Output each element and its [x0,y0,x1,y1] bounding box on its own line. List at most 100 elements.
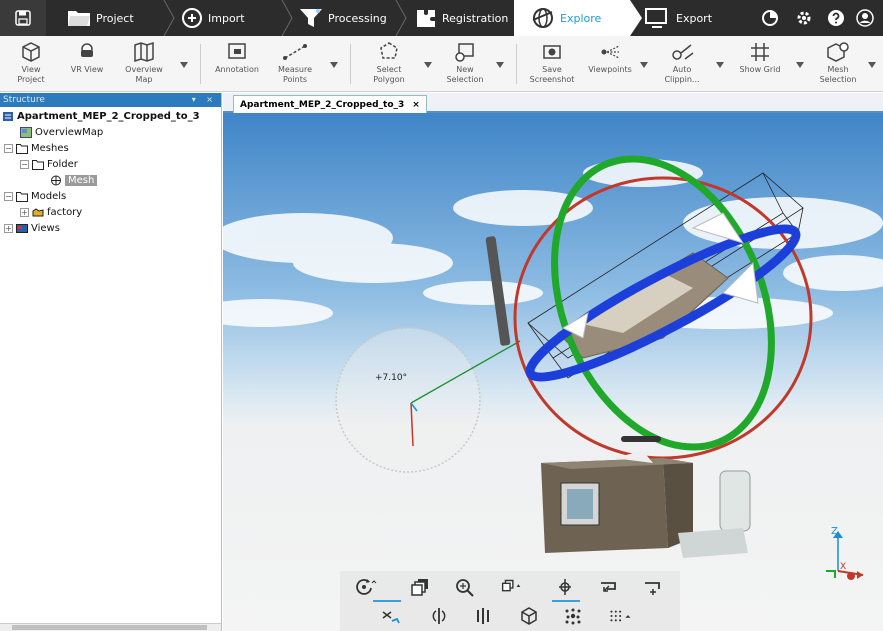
vr-view-button[interactable]: VR View [66,39,108,91]
view-project-button[interactable]: View Project [10,39,52,91]
app-menu-button[interactable] [0,0,46,36]
tab-registration[interactable]: Registration [414,0,508,36]
ribbon-separator [516,44,517,84]
collapse-toggle[interactable]: − [4,191,13,201]
panel-controls[interactable]: ▾ × [192,93,217,107]
tree-root[interactable]: Apartment_MEP_2_Cropped_to_3 [2,108,200,124]
tree-item-overviewmap[interactable]: OverviewMap [20,124,103,140]
mesh-selection-button[interactable]: Mesh Selection [814,39,862,91]
pie-chart-icon[interactable] [760,8,780,28]
annotation-button[interactable]: Annotation [212,39,262,91]
chevron-down-icon[interactable] [180,62,188,68]
tab-explore[interactable]: Explore [514,0,630,36]
walk-button[interactable] [552,575,578,599]
3d-viewport[interactable]: Z X +7.10° [223,113,883,631]
tab-processing[interactable]: Processing [298,0,387,36]
measure-points-button[interactable]: Measure Points [272,39,318,91]
tree-item-meshes[interactable]: − Meshes [4,140,69,156]
collapse-toggle[interactable]: − [4,143,13,153]
viewpoints-label: Viewpoints [588,65,632,74]
viewpoints-button[interactable]: Viewpoints [584,39,636,91]
mesh-selection-label: Mesh Selection [819,65,857,84]
chevron-down-icon[interactable] [640,62,648,68]
account-icon[interactable] [856,8,876,28]
document-tab[interactable]: Apartment_MEP_2_Cropped_to_3 × [233,95,427,113]
fly-button[interactable] [596,575,622,599]
ribbon-separator [350,44,351,84]
tree-label: OverviewMap [35,126,104,138]
tree-item-models[interactable]: − Models [4,188,66,204]
chevron-down-icon[interactable] [330,62,338,68]
clip-tool-button[interactable] [378,604,404,628]
globe-icon [532,8,553,28]
gear-icon[interactable] [794,8,814,28]
view-project-label: View Project [17,65,45,84]
point-cloud-button[interactable] [560,604,586,628]
scrollbar-thumb[interactable] [12,625,207,630]
tab-project[interactable]: Project [66,0,134,36]
tree-item-mesh[interactable]: Mesh [50,172,98,188]
tree-item-views[interactable]: + Views [4,220,60,236]
select-polygon-button[interactable]: Select Polygon [366,39,412,91]
angle-readout: +7.10° [375,373,408,383]
tab-explore-label: Explore [560,11,602,25]
expand-toggle[interactable]: + [4,223,13,233]
collapse-toggle[interactable]: − [20,159,29,169]
tab-import[interactable]: Import [180,0,245,36]
tree-label: Models [31,190,67,202]
orbit-icon [356,579,377,595]
layers-button[interactable] [408,575,434,599]
new-selection-icon [455,43,474,62]
tab-registration-label: Registration [442,11,509,25]
chevron-separator-icon [281,0,293,36]
map-thumbnail-icon [20,126,32,138]
view-cube-button[interactable] [498,575,524,599]
split-view-button[interactable] [426,604,452,628]
camera-icon [543,45,561,59]
document-tab-label: Apartment_MEP_2_Cropped_to_3 [240,99,405,110]
viewpoint-icon [601,45,620,59]
structure-header: Structure ▾ × [0,93,221,107]
chevron-down-icon[interactable] [496,62,504,68]
new-selection-button[interactable]: New Selection [440,39,490,91]
zoom-fit-button[interactable] [452,575,478,599]
box-view-button[interactable] [516,604,542,628]
slice-button[interactable] [470,604,496,628]
overview-map-button[interactable]: Overview Map [120,39,168,91]
folder-icon [32,159,44,170]
section-button[interactable] [640,575,666,599]
zoom-icon [456,579,474,597]
tree-root-label: Apartment_MEP_2_Cropped_to_3 [17,110,200,122]
axis-z-label: Z [831,526,838,537]
auto-clipping-button[interactable]: Auto Clippin... [656,39,708,91]
ribbon-separator [200,44,201,84]
tree-item-factory[interactable]: + factory [20,204,82,220]
box-icon [521,607,537,625]
help-icon[interactable] [826,8,846,28]
save-disk-icon [15,10,31,26]
save-screenshot-button[interactable]: Save Screenshot [526,39,578,91]
close-icon[interactable]: × [412,97,420,113]
chevron-down-icon[interactable] [796,62,804,68]
select-polygon-label: Select Polygon [373,65,405,84]
dot-grid-button[interactable] [608,604,634,628]
structure-title: Structure [3,95,45,105]
tree-item-folder[interactable]: − Folder [20,156,78,172]
chevron-down-icon[interactable] [716,62,724,68]
measure-icon [283,44,307,60]
mesh-cube-icon [827,42,849,62]
expand-toggle[interactable]: + [20,207,29,217]
horizontal-scrollbar[interactable] [0,623,221,631]
tab-export[interactable]: Export [644,0,712,36]
chevron-down-icon[interactable] [424,62,432,68]
folder-icon [16,191,28,202]
chevron-down-icon[interactable] [868,62,876,68]
clip-icon [382,611,400,624]
orbit-button[interactable] [352,575,378,599]
section-icon [645,582,660,595]
puzzle-icon [417,10,435,27]
vr-view-label: VR View [70,65,104,74]
cube-icon [22,42,40,62]
tree-label: Meshes [31,142,69,154]
show-grid-button[interactable]: Show Grid [734,39,786,91]
